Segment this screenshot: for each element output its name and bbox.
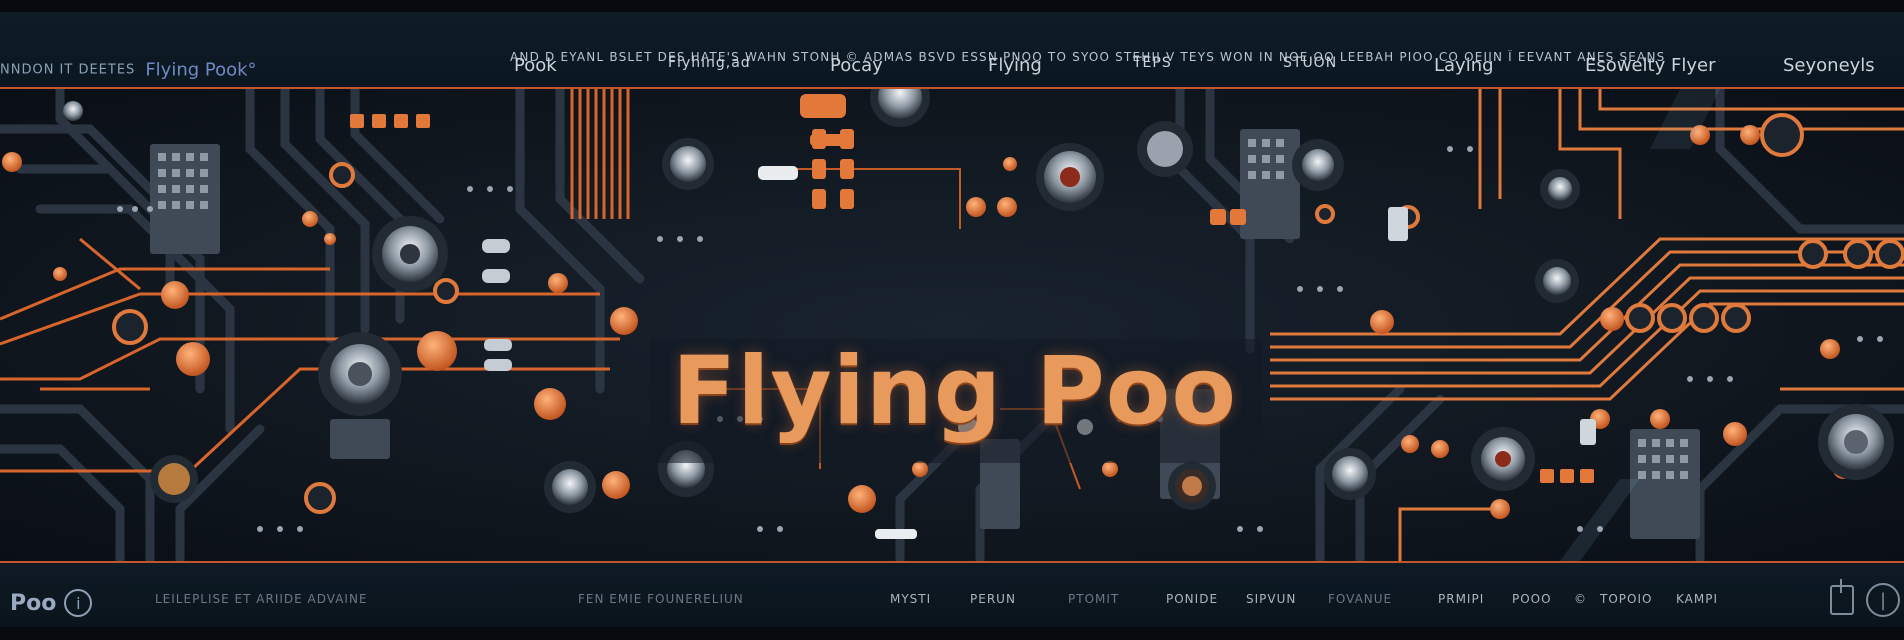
footer-item-10[interactable]: POOO [1512,592,1552,606]
orange-bus-vertical [570,89,630,219]
nav-item-flying[interactable]: Flying [988,55,1042,76]
nav-item-stuon[interactable]: STUON [1283,55,1337,71]
footer-item-8[interactable]: FOVANUE [1328,592,1392,606]
nav-item-pook[interactable]: Pook [514,55,557,76]
footer-item-5[interactable]: PTOMIT [1068,592,1119,606]
footer-item-7[interactable]: SIPVUN [1246,592,1296,606]
footer-item-6[interactable]: PONIDE [1166,592,1218,606]
nav-item-flyhing[interactable]: Flyhing,ad [668,55,751,71]
hero-title: Flying Poo [672,337,1237,446]
circuit-board-art [0,89,1904,561]
nav-item-seyoneyls[interactable]: Seyoneyls [1783,55,1875,76]
nav-item-teps[interactable]: TEPS [1133,55,1172,71]
footer-item-2[interactable]: FEN EMIE FOUNERELIUN [578,592,744,606]
top-edge [0,0,1904,12]
footer-item-3[interactable]: MYSTI [890,592,931,606]
nav-item-laying[interactable]: Laying [1434,55,1494,76]
footer-item-1[interactable]: LEILEPLISE ET ARIIDE ADVAINE [155,592,368,606]
footer-item-4[interactable]: PERUN [970,592,1016,606]
bottom-edge [0,627,1904,640]
footer-brand-name: Poo [10,590,57,616]
footer-item-13[interactable]: KAMPI [1676,592,1718,606]
bottom-bar: Poo i LEILEPLISE ET ARIIDE ADVAINE FEN E… [0,561,1904,627]
footer-item-11[interactable]: © [1574,592,1587,606]
top-nav-bar: NNDON IT DEETES Flying Pook° AND D EYANL… [0,12,1904,89]
orange-traces-left [0,237,620,473]
top-nav: Pook Flyhing,ad Pocay Flying TEPS STUON … [0,55,1904,85]
nav-item-esowelty[interactable]: Esowelty Flyer [1585,55,1715,76]
info-icon[interactable]: i [64,589,93,617]
footer-brand[interactable]: Poo i [10,589,93,617]
footer-item-12[interactable]: TOPOIO [1600,592,1652,606]
window-icon[interactable] [1830,579,1854,615]
nav-item-pocay[interactable]: Pocay [830,55,883,76]
circuit-hero: Flying Poo [0,89,1904,561]
power-icon[interactable]: | [1866,583,1900,617]
footer-item-9[interactable]: PRMIPI [1438,592,1484,606]
footer-icons: | [1830,579,1900,617]
